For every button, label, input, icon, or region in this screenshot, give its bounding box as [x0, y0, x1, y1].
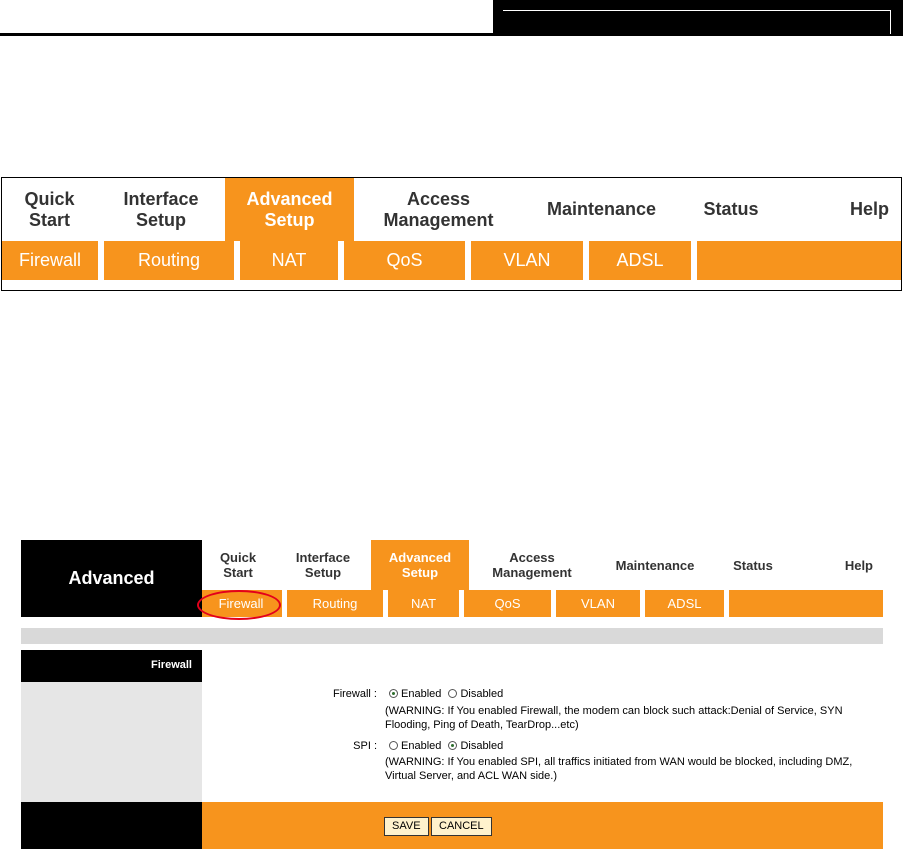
subnav-separator [98, 241, 104, 280]
firewall-disabled-radio[interactable] [448, 689, 458, 698]
document-header-inner-rule [503, 10, 891, 11]
spi-label: SPI : [353, 740, 377, 752]
section-title: Firewall [151, 659, 192, 671]
document-header-block [493, 0, 903, 36]
spi-warning: (WARNING: If You enabled SPI, all traffi… [385, 756, 853, 782]
left-column-footer [21, 802, 202, 849]
firewall-enabled-radio[interactable] [389, 689, 398, 698]
button-bar: SAVE CANCEL [202, 802, 883, 849]
sub-navigation: Firewall Routing NAT QoS VLAN ADSL [2, 241, 901, 280]
save-button[interactable]: SAVE [384, 817, 429, 836]
subnav-nat[interactable]: NAT [240, 241, 338, 280]
document-header-tick [890, 10, 891, 34]
spi-enabled-radio[interactable] [389, 741, 398, 750]
firewall-enabled-label: Enabled [401, 688, 442, 700]
nav-status[interactable]: Status [717, 540, 789, 590]
spacer-band [21, 628, 883, 644]
subnav-routing[interactable]: Routing [104, 241, 234, 280]
subnav-firewall[interactable]: Firewall [2, 241, 98, 280]
nav-interface-setup[interactable]: Interface Setup [277, 540, 369, 590]
subnav-qos[interactable]: QoS [464, 590, 551, 617]
nav-advanced-setup[interactable]: Advanced Setup [371, 540, 469, 590]
subnav-adsl[interactable]: ADSL [645, 590, 724, 617]
spi-disabled-label: Disabled [460, 740, 504, 752]
subnav-adsl[interactable]: ADSL [589, 241, 691, 280]
subnav-separator [691, 241, 697, 280]
subnav-qos[interactable]: QoS [344, 241, 465, 280]
nav-maintenance[interactable]: Maintenance [595, 540, 715, 590]
spi-enabled-label: Enabled [401, 740, 442, 752]
cancel-button[interactable]: CANCEL [431, 817, 492, 836]
main-menu-figure: Quick Start Interface Setup Advanced Set… [1, 177, 902, 291]
section-title-bar: Firewall [21, 650, 202, 682]
subnav-separator [583, 241, 589, 280]
sub-navigation: Firewall Routing NAT QoS VLAN ADSL [202, 590, 883, 617]
spi-disabled-radio[interactable] [448, 741, 458, 750]
subnav-firewall[interactable]: Firewall [202, 590, 280, 617]
nav-help[interactable]: Help [782, 178, 901, 241]
firewall-settings-panel: Firewall : Enabled Disabled (WARNING: If… [202, 650, 883, 802]
brand-panel: Advanced [21, 540, 202, 617]
subnav-separator [724, 590, 729, 617]
subnav-nat[interactable]: NAT [388, 590, 459, 617]
nav-interface-setup[interactable]: Interface Setup [98, 178, 224, 241]
spi-options: Enabled Disabled [389, 740, 503, 752]
nav-access-management[interactable]: Access Management [471, 540, 593, 590]
firewall-options: Enabled Disabled [389, 688, 503, 700]
subnav-vlan[interactable]: VLAN [556, 590, 640, 617]
firewall-disabled-label: Disabled [460, 688, 504, 700]
subnav-separator [338, 241, 344, 280]
nav-access-management[interactable]: Access Management [355, 178, 522, 241]
nav-status[interactable]: Status [681, 178, 781, 241]
subnav-separator [234, 241, 240, 280]
top-navigation: Quick Start Interface Setup Advanced Set… [2, 178, 901, 241]
left-column-panel [21, 682, 202, 802]
subnav-routing[interactable]: Routing [287, 590, 383, 617]
nav-quick-start[interactable]: Quick Start [2, 178, 97, 241]
document-header-rule [0, 33, 493, 36]
nav-advanced-setup[interactable]: Advanced Setup [225, 178, 354, 241]
nav-maintenance[interactable]: Maintenance [523, 178, 680, 241]
firewall-label: Firewall : [332, 688, 377, 700]
subnav-vlan[interactable]: VLAN [471, 241, 583, 280]
nav-help[interactable]: Help [791, 540, 883, 590]
subnav-separator [465, 241, 471, 280]
firewall-screen-figure: Advanced Quick Start Interface Setup Adv… [21, 540, 883, 849]
nav-quick-start[interactable]: Quick Start [202, 540, 274, 590]
firewall-warning: (WARNING: If You enabled Firewall, the m… [385, 705, 843, 731]
